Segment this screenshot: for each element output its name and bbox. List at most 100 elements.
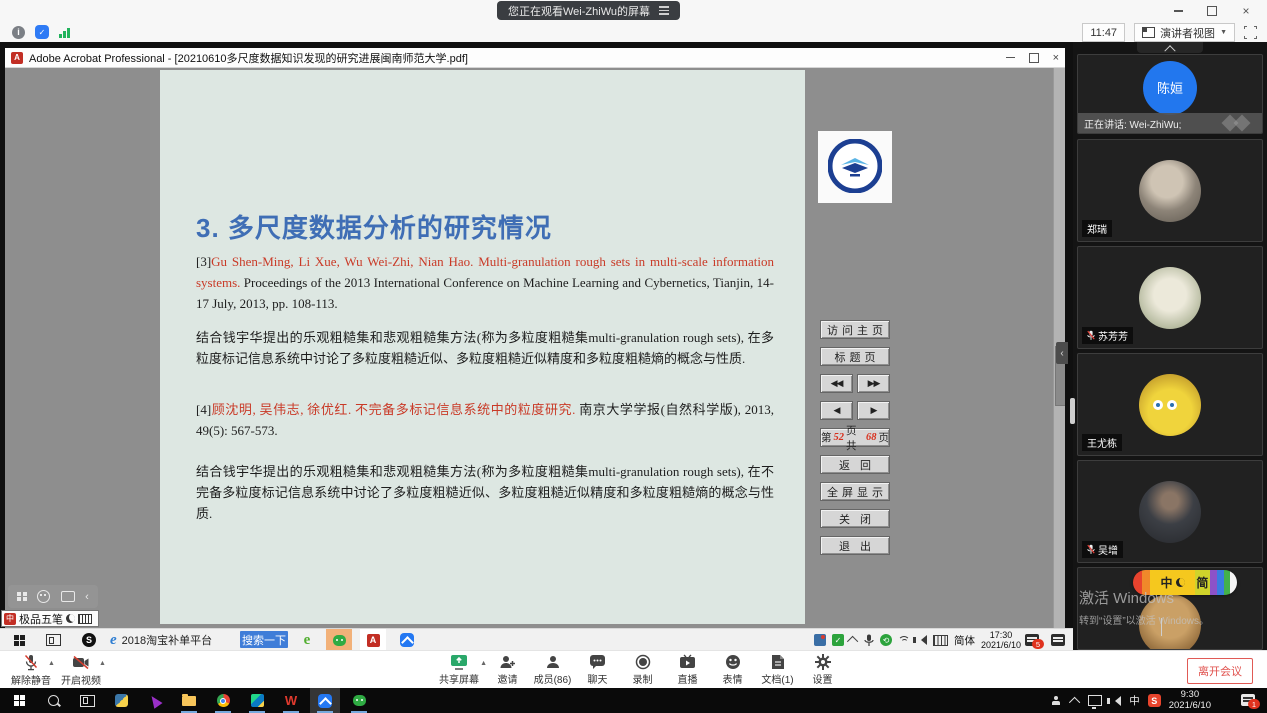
people-tray-icon[interactable] xyxy=(1052,695,1064,706)
python-taskbar-button[interactable] xyxy=(106,688,136,713)
members-button[interactable]: 成员(86) xyxy=(530,654,575,686)
pycharm-button[interactable] xyxy=(242,688,272,713)
smiley-icon[interactable] xyxy=(37,590,51,603)
wps-button[interactable]: W xyxy=(276,688,306,713)
scroll-up-button[interactable] xyxy=(1137,42,1203,56)
wifi-icon[interactable] xyxy=(897,635,910,645)
browser-360-button[interactable]: e xyxy=(294,629,320,651)
task-view-button[interactable] xyxy=(72,688,102,713)
search-button[interactable] xyxy=(38,688,68,713)
tray-chevron-up-icon[interactable] xyxy=(846,635,859,648)
start-button[interactable] xyxy=(6,629,32,651)
tray-chevron-up-icon[interactable] xyxy=(1069,696,1081,708)
record-button[interactable]: 录制 xyxy=(620,654,665,686)
viewer-clock[interactable]: 9:30 2021/6/10 xyxy=(1169,689,1211,712)
leave-meeting-button[interactable]: 离开会议 xyxy=(1187,658,1253,684)
annotation-toolbar[interactable]: ‹ xyxy=(8,585,98,608)
participant-tile[interactable]: 苏芳芳 xyxy=(1077,246,1263,349)
view-mode-select[interactable]: 演讲者视图 ▼ xyxy=(1134,23,1235,42)
cursor-app-button[interactable] xyxy=(140,688,170,713)
acrobat-taskbar-button[interactable]: A xyxy=(360,629,386,651)
pdf-nav-panel: 访问主页 标题页 ◀◀ ▶▶ ◀ ▶ 第 52 页 共 68 页 返回 全屏显示 关闭 … xyxy=(820,320,890,563)
participant-tile[interactable]: 郑瑞 xyxy=(1077,139,1263,242)
info-icon[interactable]: i xyxy=(12,25,25,39)
participant-tile-active-speaker[interactable]: 陈姮 正在讲话: Wei-ZhiWu; xyxy=(1077,54,1263,134)
nav-title-page-button[interactable]: 标题页 xyxy=(820,347,890,366)
close-button[interactable]: × xyxy=(1233,3,1259,19)
meeting-app-button[interactable] xyxy=(310,688,340,713)
nav-back-button[interactable]: 返回 xyxy=(820,455,890,474)
maximize-button[interactable] xyxy=(1199,3,1225,19)
scroll-down-button[interactable] xyxy=(1161,618,1162,637)
acrobat-restore-button[interactable] xyxy=(1028,52,1039,63)
reference-paragraph-4: [4]顾沈明, 吴伟志, 徐优红. 不完备多标记信息系统中的粒度研究. 南京大学… xyxy=(196,402,774,438)
language-indicator[interactable]: 简体 xyxy=(954,633,975,648)
shared-screen: A Adobe Acrobat Professional - [20210610… xyxy=(0,42,1073,651)
language-indicator[interactable]: 中 xyxy=(1129,693,1140,708)
wechat-taskbar-button[interactable] xyxy=(326,629,352,651)
speaker-icon[interactable] xyxy=(912,635,927,645)
moon-icon[interactable] xyxy=(66,614,75,623)
chat-button[interactable]: 聊天 xyxy=(575,654,620,686)
nav-first-button[interactable]: ◀◀ xyxy=(820,374,853,393)
banner-menu-icon[interactable] xyxy=(659,4,669,17)
nav-prev-button[interactable]: ◀ xyxy=(820,401,853,420)
invite-button[interactable]: 邀请 xyxy=(485,654,530,686)
nav-next-button[interactable]: ▶ xyxy=(857,401,890,420)
wechat-button[interactable] xyxy=(344,688,374,713)
microphone-icon[interactable] xyxy=(864,634,874,647)
participant-tile[interactable]: 王尤栋 xyxy=(1077,353,1263,456)
start-button[interactable] xyxy=(4,688,34,713)
acrobat-close-button[interactable]: × xyxy=(1053,52,1059,64)
tray-app-icon[interactable] xyxy=(813,634,826,646)
watching-banner[interactable]: 您正在观看Wei-ZhiWu的屏幕 xyxy=(497,1,680,20)
settings-button[interactable]: 设置 xyxy=(800,654,845,686)
network-icon[interactable] xyxy=(1088,695,1103,709)
start-video-button[interactable]: 开启视频 xyxy=(58,654,104,687)
search-button[interactable]: 搜索一下 xyxy=(240,631,288,648)
chrome-button[interactable] xyxy=(208,688,238,713)
acrobat-titlebar[interactable]: A Adobe Acrobat Professional - [20210610… xyxy=(5,48,1065,68)
notification-icon[interactable]: 5 xyxy=(1025,634,1044,649)
grid-icon[interactable] xyxy=(17,591,27,602)
minimize-button[interactable] xyxy=(1165,3,1191,19)
unmute-button[interactable]: 解除静音 xyxy=(8,654,54,687)
message-icon[interactable] xyxy=(60,591,75,602)
shield-icon[interactable]: ✓ xyxy=(35,25,49,39)
usb-eject-icon[interactable]: ✓ xyxy=(831,634,844,646)
nav-fullscreen-button[interactable]: 全屏显示 xyxy=(820,482,890,501)
nav-close-button[interactable]: 关闭 xyxy=(820,509,890,528)
action-center-icon[interactable]: 1 xyxy=(1241,694,1260,709)
nav-home-button[interactable]: 访问主页 xyxy=(820,320,890,339)
mic-options-arrow[interactable]: ▲ xyxy=(48,660,55,667)
chevron-left-icon[interactable]: ‹ xyxy=(85,591,89,603)
app-s-icon[interactable]: S xyxy=(76,629,102,651)
sync-icon[interactable]: ⟲ xyxy=(879,634,892,646)
nav-last-button[interactable]: ▶▶ xyxy=(857,374,890,393)
ime-logo-icon[interactable]: 中 xyxy=(4,612,16,625)
emoji-button[interactable]: 表情 xyxy=(710,654,755,686)
ime-toolbar[interactable]: 中 极品五笔 xyxy=(1,610,99,627)
sidebar-resize-handle[interactable] xyxy=(1070,398,1075,424)
docs-button[interactable]: 文档(1) xyxy=(755,654,800,686)
network-signal-icon[interactable] xyxy=(59,26,70,38)
action-center-icon[interactable] xyxy=(1051,634,1065,646)
fullscreen-icon[interactable] xyxy=(1243,25,1258,40)
share-screen-button[interactable]: 共享屏幕 ▲ xyxy=(433,654,487,686)
speaker-icon[interactable] xyxy=(1107,695,1122,706)
sidebar-collapse-tab[interactable]: ‹ xyxy=(1056,342,1068,364)
keyboard-icon[interactable] xyxy=(78,613,92,624)
ie-window-button[interactable]: e 2018淘宝补单平台 xyxy=(110,629,212,651)
meeting-taskbar-button[interactable] xyxy=(394,629,420,651)
nav-exit-button[interactable]: 退出 xyxy=(820,536,890,555)
ie-window-title: 2018淘宝补单平台 xyxy=(121,635,213,647)
video-options-arrow[interactable]: ▲ xyxy=(99,660,106,667)
file-explorer-button[interactable] xyxy=(174,688,204,713)
task-view-button[interactable] xyxy=(40,629,66,651)
live-button[interactable]: 直播 xyxy=(665,654,710,686)
keyboard-tray-icon[interactable] xyxy=(932,634,948,646)
sogou-ime-icon[interactable]: S xyxy=(1147,694,1161,707)
avatar-photo xyxy=(1139,266,1201,329)
acrobat-minimize-button[interactable] xyxy=(1005,56,1015,59)
participant-tile[interactable]: 吴增 xyxy=(1077,460,1263,563)
